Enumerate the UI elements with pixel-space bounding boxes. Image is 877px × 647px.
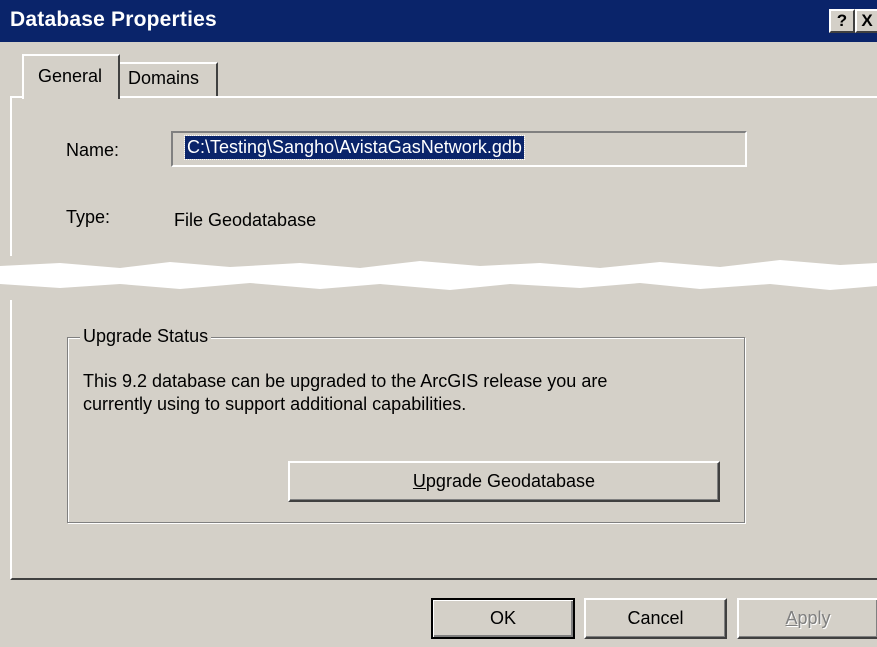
upgrade-geodatabase-button[interactable]: Upgrade Geodatabase <box>288 461 720 502</box>
close-button[interactable]: X <box>855 9 877 33</box>
apply-button[interactable]: Apply <box>737 598 877 639</box>
title-bar[interactable]: Database Properties ? X <box>0 0 877 42</box>
upgrade-button-label: pgrade Geodatabase <box>425 471 596 491</box>
upgrade-status-legend: Upgrade Status <box>80 326 212 347</box>
upgrade-message-line-1: This 9.2 database can be upgraded to the… <box>83 371 608 391</box>
ok-button[interactable]: OK <box>431 598 575 639</box>
apply-button-label: pply <box>797 608 831 628</box>
window-title: Database Properties <box>10 8 217 31</box>
upgrade-accel-key: U <box>412 471 426 491</box>
cancel-button-label: Cancel <box>627 608 684 628</box>
tab-domains[interactable]: Domains <box>120 62 218 98</box>
cancel-button[interactable]: Cancel <box>584 598 727 639</box>
upgrade-status-message: This 9.2 database can be upgraded to the… <box>83 370 723 416</box>
close-icon: X <box>861 11 873 30</box>
help-icon: ? <box>836 11 848 30</box>
apply-accel-key: A <box>785 608 798 628</box>
tab-general[interactable]: General <box>22 54 120 99</box>
tab-general-label: General <box>38 66 103 86</box>
tab-panel <box>10 96 877 256</box>
tab-domains-label: Domains <box>128 68 200 88</box>
ok-button-label: OK <box>489 608 516 628</box>
upgrade-message-line-2: currently using to support additional ca… <box>83 394 467 414</box>
help-button[interactable]: ? <box>829 9 855 33</box>
